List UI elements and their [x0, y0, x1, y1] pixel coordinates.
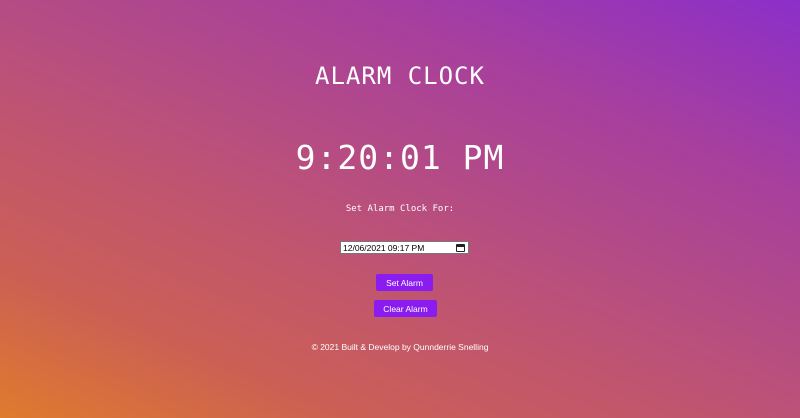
alarm-datetime-value: 12/06/2021 09:17 PM — [343, 242, 425, 253]
set-alarm-label: Set Alarm Clock For: — [345, 204, 455, 214]
footer-credit: © 2021 Built & Develop by Qunnderrie Sne… — [311, 342, 489, 352]
clear-alarm-button[interactable]: Clear Alarm — [374, 300, 437, 317]
alarm-datetime-input[interactable]: 12/06/2021 09:17 PM — [340, 241, 469, 254]
page-title: ALARM CLOCK — [315, 62, 485, 90]
clock-display: 9:20:01 PM — [295, 138, 505, 177]
calendar-icon[interactable] — [456, 243, 465, 252]
set-alarm-button[interactable]: Set Alarm — [376, 274, 433, 291]
